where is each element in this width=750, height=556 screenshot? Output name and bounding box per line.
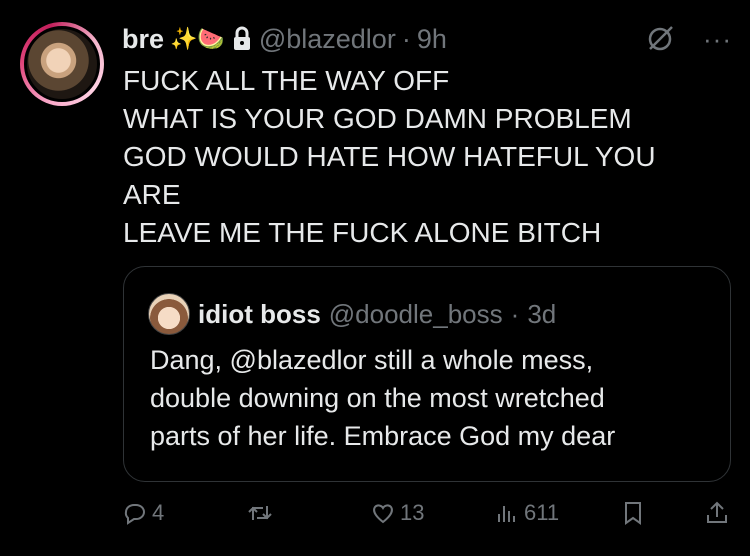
- tweet-line: WHAT IS YOUR GOD DAMN PROBLEM: [123, 103, 632, 134]
- tweet-text: FUCK ALL THE WAY OFF WHAT IS YOUR GOD DA…: [123, 62, 683, 252]
- bookmark-button[interactable]: [620, 500, 646, 526]
- avatar-image: [24, 26, 100, 102]
- share-icon: [707, 501, 727, 523]
- top-right-actions: ···: [645, 24, 732, 54]
- reply-count: 4: [152, 500, 165, 525]
- timestamp[interactable]: 9h: [417, 24, 447, 55]
- quote-avatar[interactable]: [148, 293, 190, 335]
- quote-handle[interactable]: @doodle_boss: [329, 299, 503, 330]
- quote-line: Dang, @blazedlor still a whole mess,: [150, 345, 594, 375]
- avatar[interactable]: [20, 22, 104, 106]
- quote-line: double downing on the most wretched: [150, 383, 605, 413]
- reply-icon: [124, 504, 145, 525]
- share-button[interactable]: [704, 500, 730, 526]
- reply-button[interactable]: 4: [122, 500, 164, 526]
- name-emojis: ✨🍉: [170, 26, 225, 51]
- views-icon: [498, 506, 515, 522]
- quote-line: parts of her life. Embrace God my dear: [150, 421, 616, 451]
- action-bar: 4 13 611: [122, 500, 732, 534]
- like-button[interactable]: 13: [370, 500, 424, 526]
- retweet-icon: [248, 506, 272, 520]
- heart-icon: [373, 504, 393, 524]
- user-handle[interactable]: @blazedlor: [259, 24, 396, 55]
- quote-display-name[interactable]: idiot boss: [198, 299, 321, 330]
- tweet-line: ARE: [123, 179, 181, 210]
- quote-timestamp[interactable]: 3d: [527, 299, 556, 330]
- tweet-line: FUCK ALL THE WAY OFF: [123, 65, 450, 96]
- bookmark-icon: [625, 502, 641, 525]
- views-button[interactable]: 611: [494, 500, 559, 526]
- grok-icon[interactable]: [645, 24, 675, 54]
- dot-separator: ·: [401, 23, 411, 54]
- lock-icon: [233, 26, 250, 50]
- views-count: 611: [524, 500, 560, 525]
- quoted-tweet[interactable]: idiot boss @doodle_boss · 3d Dang, @blaz…: [123, 266, 731, 482]
- display-name[interactable]: bre: [122, 24, 164, 55]
- like-count: 13: [400, 500, 425, 525]
- retweet-button[interactable]: [247, 500, 277, 526]
- tweet-line: LEAVE ME THE FUCK ALONE BITCH: [123, 217, 602, 248]
- tweet-header: bre ✨🍉 @blazedlor · 9h: [122, 19, 447, 59]
- quote-header: idiot boss @doodle_boss · 3d: [148, 293, 556, 335]
- tweet-line: GOD WOULD HATE HOW HATEFUL YOU: [123, 141, 656, 172]
- quote-dot-separator: ·: [510, 298, 520, 329]
- more-icon[interactable]: ···: [703, 26, 732, 52]
- quote-text: Dang, @blazedlor still a whole mess, dou…: [150, 341, 710, 455]
